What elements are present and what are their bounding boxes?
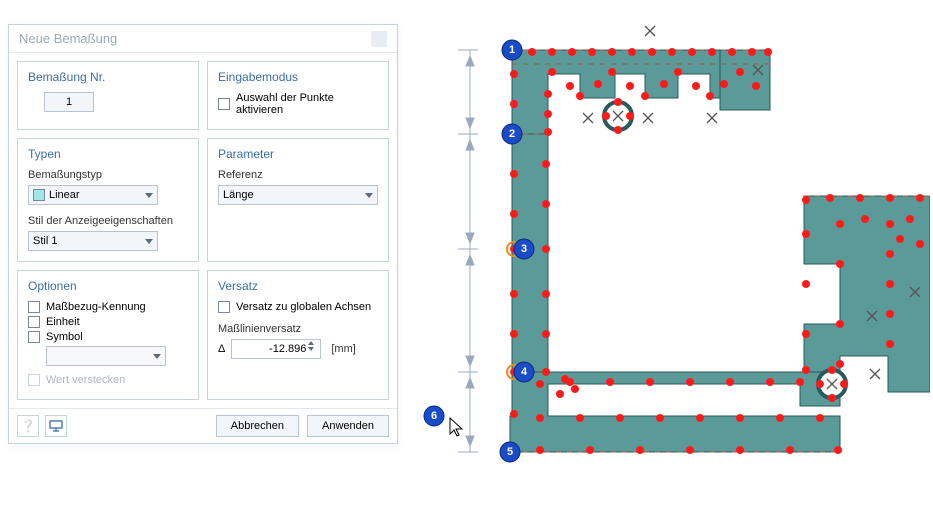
dimension-node-1[interactable]: 1 bbox=[502, 40, 522, 60]
dimension-lines bbox=[458, 50, 478, 452]
hide-value-checkbox bbox=[28, 374, 40, 386]
type-label: Bemaßungstyp bbox=[28, 169, 188, 181]
group-title: Typen bbox=[28, 147, 188, 161]
spinner-up-icon[interactable] bbox=[308, 341, 314, 345]
unit-checkbox[interactable] bbox=[28, 316, 40, 328]
datum-id-checkbox[interactable] bbox=[28, 301, 40, 313]
reference-select[interactable]: Länge bbox=[218, 185, 378, 205]
dimension-type-select[interactable]: Linear bbox=[28, 185, 158, 205]
line-offset-input[interactable]: -12.896 bbox=[231, 339, 321, 359]
group-parameter: Parameter Referenz Länge bbox=[207, 138, 389, 262]
symbol-select bbox=[46, 346, 166, 366]
help-button[interactable]: ❔ bbox=[17, 415, 39, 437]
svg-text:2: 2 bbox=[509, 128, 515, 140]
close-icon[interactable] bbox=[371, 31, 387, 47]
monitor-icon bbox=[49, 420, 63, 432]
svg-text:3: 3 bbox=[521, 243, 527, 255]
group-input-mode: Eingabemodus Auswahl der Punkte aktivier… bbox=[207, 61, 389, 130]
dialog-body: Bemaßung Nr. 1 Eingabemodus Auswahl der … bbox=[9, 53, 397, 408]
style-label: Stil der Anzeigeeigenschaften bbox=[28, 215, 188, 227]
dimension-number-input[interactable]: 1 bbox=[44, 92, 94, 112]
svg-text:5: 5 bbox=[507, 446, 513, 458]
dimension-node-6[interactable]: 6 bbox=[424, 406, 444, 426]
dialog-title: Neue Bemaßung bbox=[19, 25, 117, 53]
cancel-button[interactable]: Abbrechen bbox=[216, 415, 299, 437]
dimension-node-2[interactable]: 2 bbox=[502, 124, 522, 144]
dimension-dialog: Neue Bemaßung Bemaßung Nr. 1 Eingabemodu… bbox=[8, 24, 398, 444]
dialog-titlebar[interactable]: Neue Bemaßung bbox=[9, 25, 397, 53]
chevron-down-icon bbox=[365, 193, 373, 198]
svg-text:4: 4 bbox=[521, 366, 528, 378]
help-icon: ❔ bbox=[21, 419, 36, 433]
linear-icon bbox=[33, 189, 45, 201]
dialog-footer: ❔ Abbrechen Anwenden bbox=[9, 408, 397, 443]
chevron-down-icon bbox=[145, 239, 153, 244]
svg-text:1: 1 bbox=[509, 44, 515, 56]
screen-button[interactable] bbox=[45, 415, 67, 437]
group-offset: Versatz Versatz zu globalen Achsen Maßli… bbox=[207, 270, 389, 400]
chevron-down-icon bbox=[145, 193, 153, 198]
apply-button[interactable]: Anwenden bbox=[307, 415, 389, 437]
group-options: Optionen Maßbezug-Kennung Einheit Symbol… bbox=[17, 270, 199, 400]
global-axes-checkbox[interactable] bbox=[218, 301, 230, 313]
group-title: Eingabemodus bbox=[218, 70, 378, 84]
chevron-down-icon bbox=[153, 354, 161, 359]
cursor-icon bbox=[450, 418, 462, 436]
delta-symbol: Δ bbox=[218, 343, 225, 355]
line-offset-label: Maßlinienversatz bbox=[218, 323, 378, 335]
reference-label: Referenz bbox=[218, 169, 378, 181]
spinner-down-icon[interactable] bbox=[308, 347, 314, 351]
group-title: Optionen bbox=[28, 279, 188, 293]
group-title: Bemaßung Nr. bbox=[28, 70, 188, 84]
symbol-checkbox[interactable] bbox=[28, 331, 40, 343]
group-types: Typen Bemaßungstyp Linear Stil der Anzei… bbox=[17, 138, 199, 262]
display-style-select[interactable]: Stil 1 bbox=[28, 231, 158, 251]
cad-viewport[interactable]: 1 2 3 4 5 6 bbox=[420, 24, 930, 494]
svg-text:6: 6 bbox=[431, 410, 437, 422]
dimension-node-4[interactable]: 4 bbox=[514, 362, 534, 382]
dimension-node-5[interactable]: 5 bbox=[500, 442, 520, 462]
dimension-node-3[interactable]: 3 bbox=[514, 239, 534, 259]
offset-unit: [mm] bbox=[331, 343, 355, 355]
checkbox-label: Auswahl der Punkte aktivieren bbox=[236, 92, 378, 116]
group-dimension-number: Bemaßung Nr. 1 bbox=[17, 61, 199, 130]
group-title: Parameter bbox=[218, 147, 378, 161]
group-title: Versatz bbox=[218, 279, 378, 293]
activate-point-selection-checkbox[interactable] bbox=[218, 98, 230, 110]
